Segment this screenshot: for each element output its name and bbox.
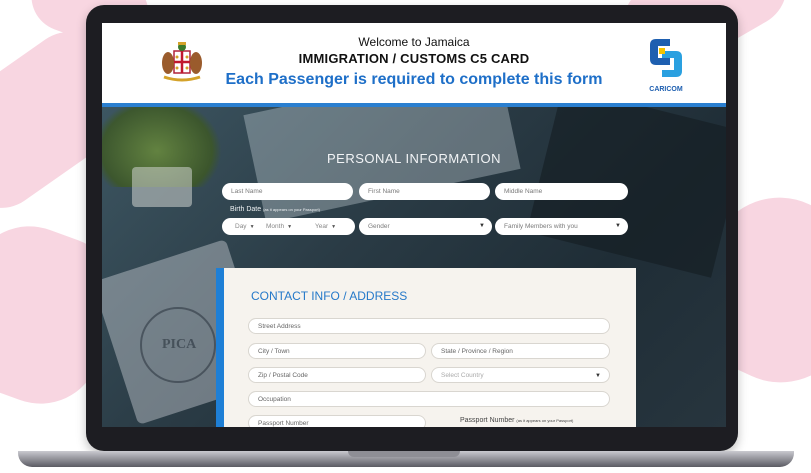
- passport-number-input[interactable]: Passport Number: [248, 415, 426, 427]
- contact-accent-bar: [216, 268, 224, 427]
- welcome-text: Welcome to Jamaica: [358, 35, 470, 49]
- personal-info-title: PERSONAL INFORMATION: [327, 151, 501, 166]
- chevron-down-icon: ▼: [287, 224, 293, 230]
- street-address-input[interactable]: Street Address: [248, 318, 610, 334]
- chevron-down-icon: ▼: [615, 223, 621, 229]
- state-input[interactable]: State / Province / Region: [431, 343, 610, 359]
- laptop-screen: Welcome to Jamaica IMMIGRATION / CUSTOMS…: [102, 23, 726, 427]
- page-subtitle: Each Passenger is required to complete t…: [225, 71, 603, 88]
- laptop-notch: [348, 451, 460, 457]
- form-header: Welcome to Jamaica IMMIGRATION / CUSTOMS…: [102, 23, 726, 107]
- middle-name-input[interactable]: Middle Name: [495, 183, 628, 200]
- last-name-input[interactable]: Last Name: [222, 183, 353, 200]
- chevron-down-icon: ▼: [595, 373, 601, 379]
- caricom-label: CARICOM: [649, 86, 683, 93]
- country-select[interactable]: Select Country ▼: [431, 367, 610, 383]
- zip-input[interactable]: Zip / Postal Code: [248, 367, 426, 383]
- page-title: IMMIGRATION / CUSTOMS C5 CARD: [298, 51, 530, 66]
- chevron-down-icon: ▼: [249, 224, 255, 230]
- chevron-down-icon: ▼: [331, 224, 337, 230]
- chevron-down-icon: ▼: [479, 223, 485, 229]
- caricom-logo-icon: [650, 39, 682, 77]
- contact-title: CONTACT INFO / ADDRESS: [251, 289, 408, 303]
- first-name-input[interactable]: First Name: [359, 183, 490, 200]
- birth-date-select[interactable]: Day ▼ Month ▼ Year ▼: [222, 218, 355, 235]
- year-select[interactable]: Year ▼: [315, 218, 336, 236]
- passport-number-label: Passport Number (as it appears on your P…: [460, 417, 574, 424]
- month-select[interactable]: Month ▼: [266, 218, 292, 236]
- birth-date-label: Birth Date (as it appears on your Passpo…: [230, 206, 320, 213]
- occupation-input[interactable]: Occupation: [248, 391, 610, 407]
- city-input[interactable]: City / Town: [248, 343, 426, 359]
- gender-select[interactable]: Gender ▼: [359, 218, 492, 235]
- day-select[interactable]: Day ▼: [235, 218, 255, 236]
- caricom-logo: CARICOM: [642, 35, 690, 95]
- family-members-select[interactable]: Family Members with you ▼: [495, 218, 628, 235]
- contact-panel: CONTACT INFO / ADDRESS Street Address Ci…: [216, 268, 636, 427]
- stamp-text: PICA: [162, 337, 197, 352]
